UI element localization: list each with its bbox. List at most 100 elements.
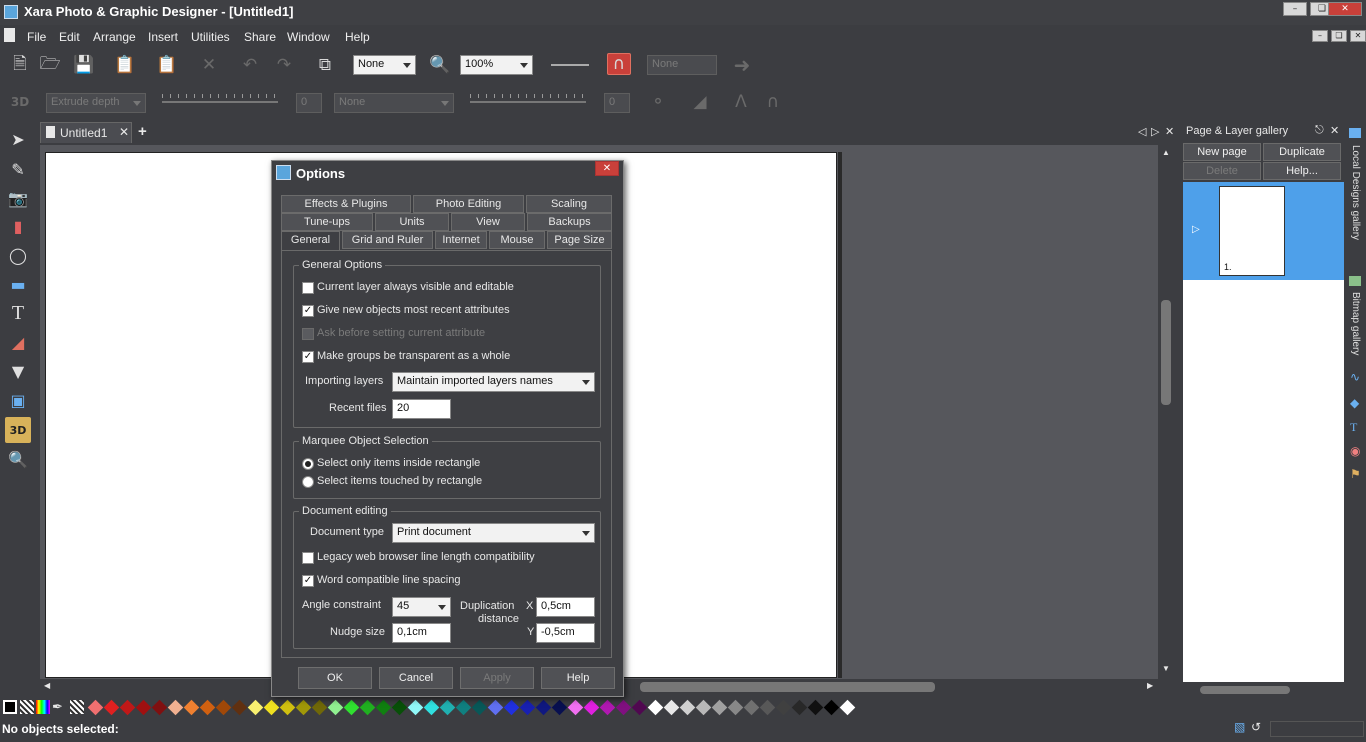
arch-icon[interactable]: ∩	[761, 91, 785, 113]
dialog-close-button[interactable]: ✕	[595, 161, 619, 176]
cancel-button[interactable]: Cancel	[379, 667, 453, 689]
document-menu-icon[interactable]	[4, 28, 15, 42]
tab-effects-plugins[interactable]: Effects & Plugins	[281, 195, 411, 213]
menu-insert[interactable]: Insert	[148, 30, 178, 44]
light-bulb-icon[interactable]: ⚬	[646, 91, 670, 113]
new-document-icon[interactable]: 🗎	[8, 54, 32, 76]
add-tab-button[interactable]: +	[138, 123, 147, 140]
tab-view[interactable]: View	[451, 213, 525, 231]
word-spacing-checkbox[interactable]: ✓	[302, 575, 314, 587]
minimize-button[interactable]: –	[1283, 2, 1307, 16]
no-color-swatch[interactable]	[3, 700, 17, 714]
transparency-tool-icon[interactable]: ▼	[5, 358, 31, 384]
extrude-slider[interactable]	[162, 101, 278, 103]
undo-icon[interactable]: ↶	[238, 54, 262, 76]
extrude-value-field[interactable]: 0	[296, 93, 322, 113]
tab-scaling[interactable]: Scaling	[526, 195, 612, 213]
gallery-hscroll-thumb[interactable]	[1200, 686, 1290, 694]
fill-tool-icon[interactable]: ◢	[5, 329, 31, 355]
tab-backups[interactable]: Backups	[527, 213, 612, 231]
tab-general[interactable]: General	[281, 231, 340, 251]
color-editor-icon[interactable]	[36, 700, 50, 714]
new-page-button[interactable]: New page	[1183, 143, 1261, 161]
inside-rectangle-radio[interactable]	[302, 458, 314, 470]
tab-scroll-right-icon[interactable]: ▷	[1151, 125, 1159, 138]
arrow-right-icon[interactable]: ➜	[730, 53, 754, 77]
menu-arrange[interactable]: Arrange	[93, 30, 136, 44]
tab-scroll-left-icon[interactable]: ◁	[1138, 125, 1146, 138]
pattern-swatch[interactable]	[20, 700, 34, 714]
fill-gallery-icon[interactable]: ◆	[1350, 396, 1359, 410]
doc-close-tab-icon[interactable]: ✕	[1165, 125, 1174, 138]
snap-status-icon[interactable]: ▧	[1234, 720, 1245, 734]
gallery-pin-icon[interactable]: ⎋	[1315, 124, 1324, 137]
recent-attributes-checkbox[interactable]: ✓	[302, 305, 314, 317]
tab-internet[interactable]: Internet	[435, 231, 487, 249]
bevel-type-icon[interactable]: ◢	[688, 91, 712, 113]
refresh-status-icon[interactable]: ↺	[1251, 720, 1261, 734]
help-button[interactable]: Help	[541, 667, 615, 689]
rectangle-tool-icon[interactable]: ▬	[5, 271, 31, 297]
name-gallery-icon[interactable]: ⚑	[1350, 467, 1361, 481]
menu-window[interactable]: Window	[287, 30, 330, 44]
recent-files-field[interactable]: 20	[392, 399, 451, 419]
peak-icon[interactable]: Λ	[729, 91, 753, 113]
paste-icon[interactable]: 📋	[155, 54, 179, 76]
zoom-select[interactable]: 100%	[460, 55, 533, 75]
redo-icon[interactable]: ↷	[272, 54, 296, 76]
bitmap-gallery-tab[interactable]: Bitmap gallery	[1350, 292, 1361, 355]
apply-button[interactable]: Apply	[460, 667, 534, 689]
nudge-size-field[interactable]: 0,1cm	[392, 623, 451, 643]
3d-tool-icon[interactable]: 3D	[5, 417, 31, 443]
eyedropper-icon[interactable]: ✒	[52, 699, 63, 715]
scroll-up-icon[interactable]: ▲	[1162, 148, 1170, 157]
line-gallery-icon[interactable]: ∿	[1350, 370, 1360, 384]
document-type-select[interactable]: Print document	[392, 523, 595, 543]
ok-button[interactable]: OK	[298, 667, 372, 689]
doc-tab-close-icon[interactable]: ✕	[119, 125, 129, 139]
bevel-select[interactable]: None	[334, 93, 454, 113]
close-window-button[interactable]: ✕	[1328, 2, 1362, 16]
transform-icon[interactable]: ⧉	[313, 54, 337, 76]
menu-edit[interactable]: Edit	[59, 30, 80, 44]
current-layer-checkbox[interactable]	[302, 282, 314, 294]
delete-page-button[interactable]: Delete	[1183, 162, 1261, 180]
doc-minimize-button[interactable]: –	[1312, 30, 1328, 42]
zoom-tool-icon[interactable]: 🔍	[428, 54, 452, 76]
bitmap-gallery-icon[interactable]	[1349, 276, 1361, 286]
effect-select[interactable]: None	[647, 55, 717, 75]
bevel-slider[interactable]	[470, 101, 586, 103]
menu-utilities[interactable]: Utilities	[191, 30, 230, 44]
quality-select[interactable]: None	[353, 55, 416, 75]
duplication-y-field[interactable]: -0,5cm	[536, 623, 595, 643]
tab-page-size[interactable]: Page Size	[547, 231, 612, 249]
horizontal-scroll-thumb[interactable]	[640, 682, 935, 692]
font-gallery-icon[interactable]: T	[1350, 420, 1357, 435]
touched-rectangle-radio[interactable]	[302, 476, 314, 488]
tab-tune-ups[interactable]: Tune-ups	[281, 213, 373, 231]
extrude-depth-select[interactable]: Extrude depth	[46, 93, 146, 113]
tab-units[interactable]: Units	[375, 213, 449, 231]
vertical-scroll-thumb[interactable]	[1161, 300, 1171, 405]
importing-layers-select[interactable]: Maintain imported layers names	[392, 372, 595, 392]
transparent-groups-checkbox[interactable]: ✓	[302, 351, 314, 363]
shape-editor-tool-icon[interactable]: ✎	[5, 156, 31, 182]
scroll-right-icon[interactable]: ▶	[1147, 681, 1153, 690]
angle-constraint-select[interactable]: 45	[392, 597, 451, 617]
legacy-browser-checkbox[interactable]	[302, 552, 314, 564]
zoom-slider[interactable]	[551, 64, 589, 66]
doc-restore-button[interactable]: ❏	[1331, 30, 1347, 42]
selector-tool-icon[interactable]: ➤	[5, 126, 31, 152]
bevel-value-field[interactable]: 0	[604, 93, 630, 113]
local-designs-icon[interactable]	[1349, 128, 1361, 138]
color-gallery-icon[interactable]: ◉	[1350, 444, 1360, 458]
menu-help[interactable]: Help	[345, 30, 370, 44]
delete-icon[interactable]: ✕	[197, 54, 221, 76]
contour-tool-icon[interactable]: ◯	[5, 242, 31, 268]
text-tool-icon[interactable]: T	[5, 300, 31, 326]
expand-arrow-icon[interactable]: ▷	[1192, 224, 1200, 235]
copy-icon[interactable]: 📋	[113, 54, 137, 76]
eraser-tool-icon[interactable]: ▮	[5, 213, 31, 239]
menu-share[interactable]: Share	[244, 30, 276, 44]
duplicate-button[interactable]: Duplicate	[1263, 143, 1341, 161]
